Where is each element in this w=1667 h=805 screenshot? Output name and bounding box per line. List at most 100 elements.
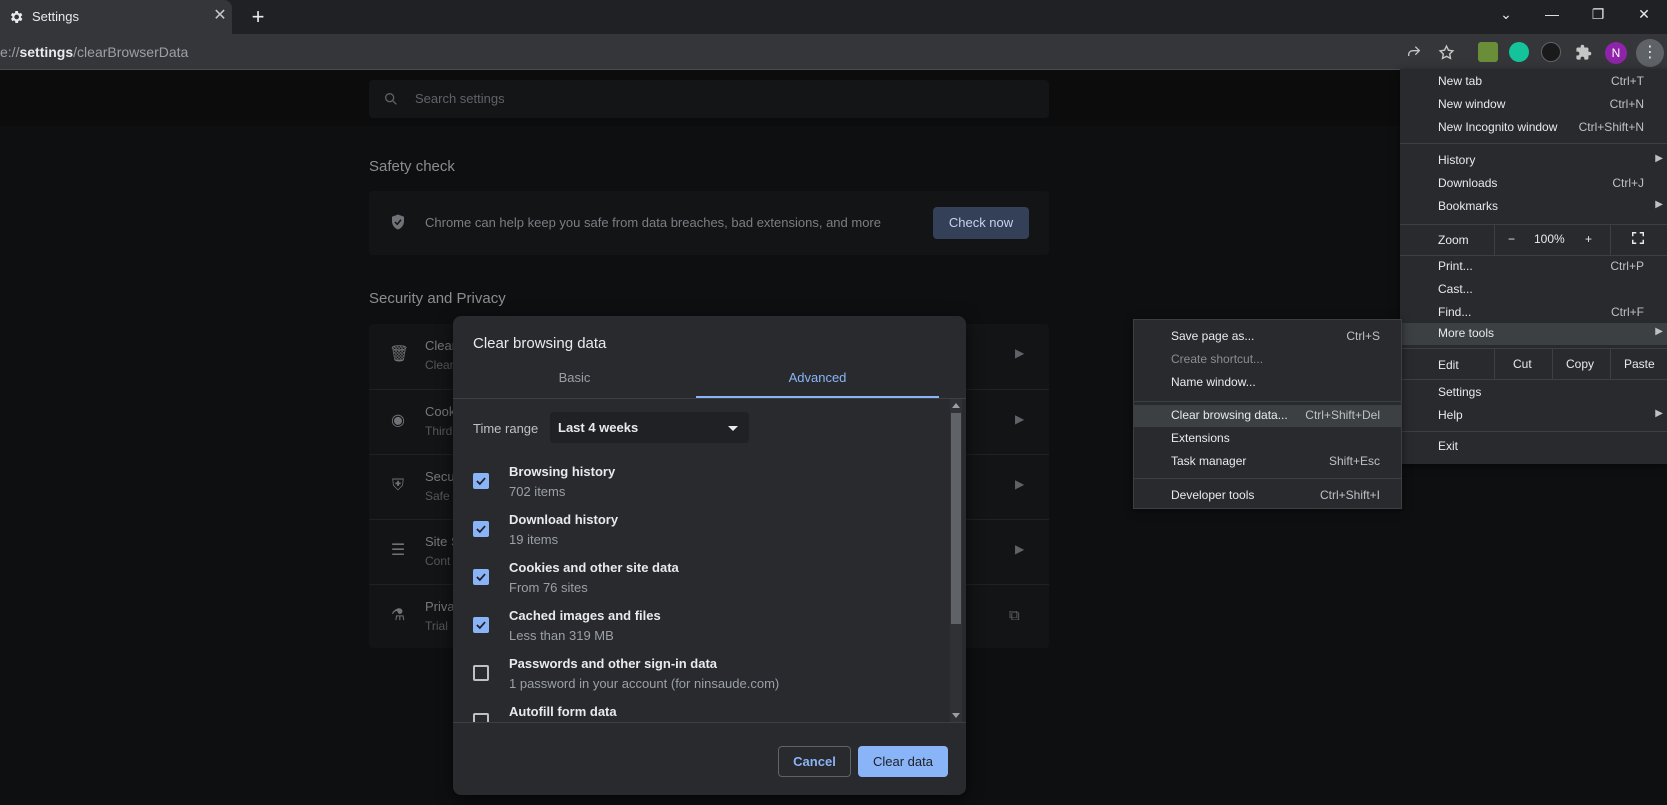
option-detail: 19 items (509, 532, 559, 547)
tab-basic[interactable]: Basic (453, 370, 696, 400)
checkbox-checked[interactable] (473, 617, 489, 633)
option-detail: 1 password in your account (for ninsaude… (509, 676, 780, 691)
zoom-in-button[interactable]: + (1585, 232, 1592, 246)
menu-vertical-separator (1494, 225, 1495, 255)
checkbox-checked[interactable] (473, 569, 489, 585)
option-cached-images[interactable]: Cached images and files Less than 319 MB (453, 605, 950, 653)
tab-title: Settings (32, 9, 79, 24)
zoom-out-button[interactable]: − (1508, 232, 1515, 246)
menu-shortcut: Ctrl+P (1610, 259, 1644, 273)
tab-settings[interactable]: Settings ✕ (0, 0, 232, 34)
dialog-scrollbar[interactable] (950, 399, 962, 722)
menu-item-bookmarks[interactable]: Bookmarks ▶ (1400, 196, 1667, 218)
share-icon[interactable] (1404, 42, 1424, 62)
extension-shield-icon[interactable] (1478, 42, 1498, 62)
url-host: settings (19, 44, 74, 60)
privacy-row-title: Cook (425, 404, 456, 419)
menu-label: Create shortcut... (1171, 352, 1264, 366)
tab-search-icon[interactable]: ⌄ (1484, 0, 1528, 30)
menu-zoom-row: Zoom − 100% + (1400, 225, 1667, 255)
cut-button[interactable]: Cut (1513, 357, 1532, 371)
profile-avatar[interactable]: N (1605, 42, 1627, 64)
menu-label: Cast... (1438, 282, 1473, 296)
window-close-button[interactable]: ✕ (1622, 0, 1666, 30)
submenu-item-task-manager[interactable]: Task manager Shift+Esc (1134, 451, 1401, 473)
option-label: Download history (509, 512, 619, 527)
copy-button[interactable]: Copy (1566, 357, 1594, 371)
menu-label: Print... (1438, 259, 1473, 273)
zoom-label: Zoom (1438, 233, 1469, 247)
option-cookies[interactable]: Cookies and other site data From 76 site… (453, 557, 950, 605)
menu-item-incognito[interactable]: New Incognito window Ctrl+Shift+N (1400, 117, 1667, 139)
submenu-item-save-page[interactable]: Save page as... Ctrl+S (1134, 326, 1401, 348)
checkbox-checked[interactable] (473, 473, 489, 489)
time-range-select[interactable]: Last 4 weeks (550, 412, 749, 443)
submenu-item-clear-browsing-data[interactable]: Clear browsing data... Ctrl+Shift+Del (1134, 405, 1401, 427)
tab-strip: Settings ✕ + ⌄ — ❐ ✕ (0, 0, 1667, 34)
chevron-right-icon: ▶ (1015, 477, 1025, 491)
menu-label: Developer tools (1171, 488, 1255, 502)
menu-item-help[interactable]: Help ▶ (1400, 405, 1667, 427)
menu-separator (1400, 431, 1667, 432)
safety-check-text: Chrome can help keep you safe from data … (425, 215, 881, 230)
security-privacy-title: Security and Privacy (369, 290, 506, 307)
toolbar: e://settings/clearBrowserData N ⋮ (0, 34, 1667, 70)
menu-item-find[interactable]: Find... Ctrl+F (1400, 302, 1667, 324)
menu-shortcut: Shift+Esc (1328, 454, 1380, 468)
chevron-right-icon: ▶ (1015, 346, 1025, 360)
menu-item-exit[interactable]: Exit (1400, 436, 1667, 458)
menu-item-history[interactable]: History ▶ (1400, 150, 1667, 172)
checkbox-checked[interactable] (473, 521, 489, 537)
bookmark-star-icon[interactable] (1436, 42, 1456, 62)
option-detail: Less than 319 MB (509, 628, 614, 643)
menu-edit-row: Edit Cut Copy Paste (1400, 349, 1667, 379)
menu-item-downloads[interactable]: Downloads Ctrl+J (1400, 173, 1667, 195)
option-passwords[interactable]: Passwords and other sign-in data 1 passw… (453, 653, 950, 701)
menu-shortcut: Ctrl+Shift+N (1578, 120, 1644, 134)
scroll-down-icon[interactable] (952, 713, 960, 718)
menu-item-more-tools[interactable]: More tools ▶ (1400, 323, 1667, 345)
option-label: Cached images and files (509, 608, 661, 623)
new-tab-button[interactable]: + (247, 5, 269, 29)
checkbox-unchecked[interactable] (473, 665, 489, 681)
menu-label: Save page as... (1171, 329, 1255, 343)
menu-item-settings[interactable]: Settings (1400, 382, 1667, 404)
scroll-up-icon[interactable] (952, 403, 960, 408)
submenu-item-name-window[interactable]: Name window... (1134, 372, 1401, 394)
checkbox-unchecked[interactable] (473, 713, 489, 722)
check-now-button[interactable]: Check now (933, 207, 1029, 239)
submenu-item-extensions[interactable]: Extensions (1134, 428, 1401, 450)
menu-item-cast[interactable]: Cast... (1400, 279, 1667, 301)
fullscreen-icon[interactable] (1631, 231, 1645, 248)
menu-item-new-tab[interactable]: New tab Ctrl+T (1400, 71, 1667, 93)
clear-data-button[interactable]: Clear data (858, 746, 948, 777)
menu-item-print[interactable]: Print... Ctrl+P (1400, 256, 1667, 278)
menu-label: More tools (1438, 326, 1495, 340)
clear-browsing-data-dialog: Clear browsing data Basic Advanced Time … (453, 316, 966, 795)
option-browsing-history[interactable]: Browsing history 702 items (453, 461, 950, 509)
menu-item-new-window[interactable]: New window Ctrl+N (1400, 94, 1667, 116)
tab-close-icon[interactable]: ✕ (212, 8, 228, 24)
address-bar[interactable]: e://settings/clearBrowserData (0, 44, 188, 60)
extension-a-icon[interactable] (1541, 42, 1561, 62)
cancel-button[interactable]: Cancel (778, 746, 851, 777)
option-detail: 702 items (509, 484, 566, 499)
flask-icon: ⚗ (390, 607, 406, 624)
maximize-button[interactable]: ❐ (1576, 0, 1620, 30)
extensions-puzzle-icon[interactable] (1573, 42, 1593, 62)
scrollbar-thumb[interactable] (951, 413, 961, 624)
option-detail: From 76 sites (509, 580, 588, 595)
menu-vertical-separator (1494, 349, 1495, 379)
menu-shortcut: Ctrl+Shift+I (1319, 488, 1380, 502)
minimize-button[interactable]: — (1530, 0, 1574, 30)
paste-button[interactable]: Paste (1624, 357, 1655, 371)
search-settings-input[interactable]: Search settings (369, 80, 1049, 118)
menu-shortcut: Ctrl+J (1612, 176, 1644, 190)
submenu-item-developer-tools[interactable]: Developer tools Ctrl+Shift+I (1134, 485, 1401, 507)
option-download-history[interactable]: Download history 19 items (453, 509, 950, 557)
option-autofill[interactable]: Autofill form data (453, 701, 950, 722)
chrome-menu-button[interactable]: ⋮ (1636, 39, 1664, 67)
menu-label: Help (1438, 408, 1463, 422)
grammarly-icon[interactable] (1509, 42, 1529, 62)
url-path: /clearBrowserData (73, 44, 189, 60)
